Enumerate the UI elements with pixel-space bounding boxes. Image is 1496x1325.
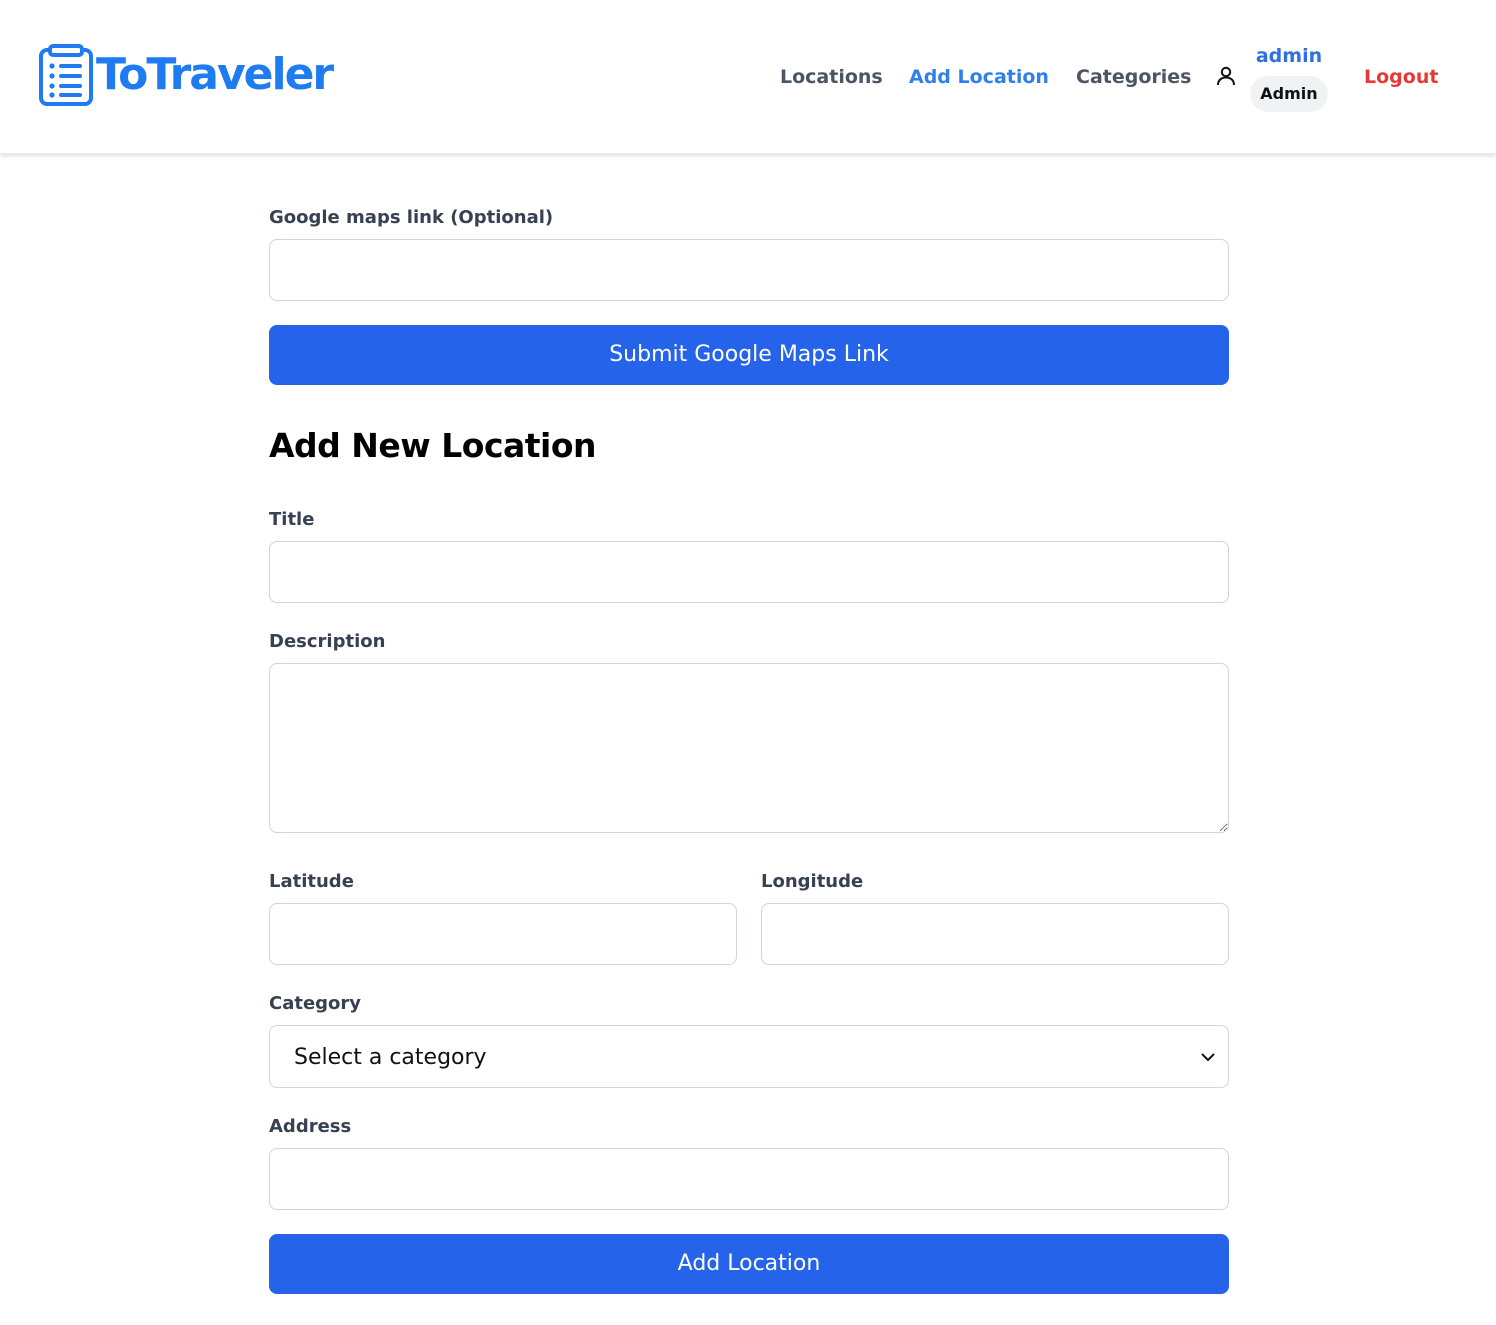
longitude-input[interactable] [761, 903, 1229, 965]
address-input[interactable] [269, 1148, 1229, 1210]
checklist-logo-icon [39, 44, 93, 106]
logo-text: ToTraveler [96, 49, 334, 100]
title-label: Title [269, 509, 315, 530]
logo-link[interactable]: ToTraveler [38, 44, 334, 106]
username[interactable]: admin [1250, 43, 1328, 69]
description-textarea[interactable] [269, 663, 1229, 833]
latitude-label: Latitude [269, 871, 354, 892]
description-label: Description [269, 631, 386, 652]
category-label: Category [269, 993, 362, 1014]
logout-button[interactable]: Logout [1364, 64, 1438, 90]
nav-categories[interactable]: Categories [1076, 64, 1191, 90]
nav-locations[interactable]: Locations [780, 64, 883, 90]
category-select[interactable]: Select a category [269, 1025, 1229, 1088]
page-title: Add New Location [269, 426, 597, 465]
category-selected-value: Select a category [294, 1045, 487, 1070]
add-location-button[interactable]: Add Location [269, 1234, 1229, 1294]
chevron-down-icon [1201, 1053, 1215, 1061]
top-navbar: ToTraveler Locations Add Location Catego… [0, 0, 1496, 154]
latitude-input[interactable] [269, 903, 737, 965]
longitude-label: Longitude [761, 871, 864, 892]
maps-link-label: Google maps link (Optional) [269, 207, 554, 228]
user-icon [1217, 66, 1235, 86]
title-input[interactable] [269, 541, 1229, 603]
maps-link-input[interactable] [269, 239, 1229, 301]
address-label: Address [269, 1116, 352, 1137]
nav-add-location[interactable]: Add Location [909, 64, 1049, 90]
submit-maps-link-button[interactable]: Submit Google Maps Link [269, 325, 1229, 385]
role-badge: Admin [1250, 76, 1328, 112]
